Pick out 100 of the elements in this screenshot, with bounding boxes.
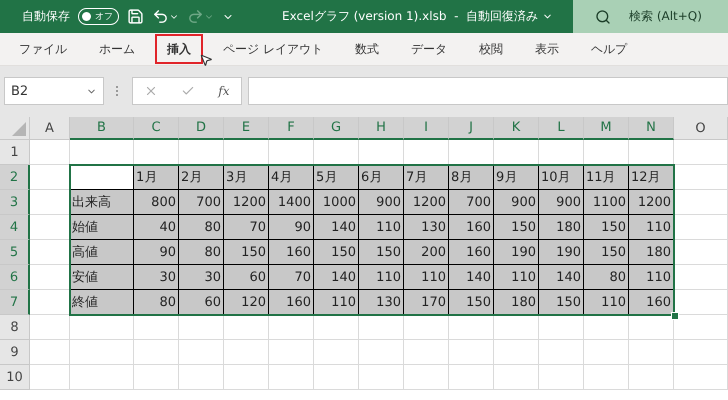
grid-cell[interactable]	[359, 365, 404, 390]
row-header[interactable]: 5	[0, 240, 30, 265]
column-header[interactable]: I	[404, 117, 449, 140]
grid-cell[interactable]	[539, 340, 584, 365]
grid-cell[interactable]	[674, 340, 728, 365]
column-header[interactable]: C	[134, 117, 179, 140]
name-box[interactable]: B2	[4, 77, 104, 105]
save-icon[interactable]	[127, 8, 144, 25]
row-header[interactable]: 3	[0, 190, 30, 215]
column-header[interactable]: N	[629, 117, 674, 140]
ribbon-tab[interactable]: ページ レイアウト	[211, 34, 335, 64]
fill-handle[interactable]	[671, 312, 679, 320]
column-header[interactable]: A	[30, 117, 70, 140]
grid-cell[interactable]	[674, 190, 728, 215]
grid-cell[interactable]	[30, 340, 70, 365]
ribbon-tab[interactable]: 校閲	[466, 34, 515, 64]
table-cell: 4月	[269, 165, 314, 190]
row-header[interactable]: 9	[0, 340, 30, 365]
grid-cell[interactable]	[539, 315, 584, 340]
undo-icon[interactable]	[152, 8, 179, 25]
grid-cell[interactable]	[30, 365, 70, 390]
grid-cell[interactable]	[359, 315, 404, 340]
grid-cell[interactable]	[70, 340, 134, 365]
search-field[interactable]: 検索 (Alt+Q)	[573, 0, 728, 33]
grid-cell[interactable]	[314, 365, 359, 390]
grid-cell[interactable]	[449, 315, 494, 340]
column-header[interactable]: E	[224, 117, 269, 140]
column-header[interactable]: J	[449, 117, 494, 140]
ribbon-tab[interactable]: ファイル	[7, 34, 79, 64]
row-header[interactable]: 4	[0, 215, 30, 240]
table-cell: 110	[404, 265, 449, 290]
ribbon-tab[interactable]: ホーム	[87, 34, 147, 64]
grid-cell[interactable]	[70, 315, 134, 340]
row-header[interactable]: 2	[0, 165, 30, 190]
row-header[interactable]: 6	[0, 265, 30, 290]
grid-cell[interactable]	[584, 315, 629, 340]
grid-cell[interactable]	[269, 365, 314, 390]
grid-cell[interactable]	[314, 340, 359, 365]
row-header[interactable]: 10	[0, 365, 30, 390]
column-header[interactable]: F	[269, 117, 314, 140]
grid-cell[interactable]	[494, 315, 539, 340]
insert-function-button[interactable]: fx	[218, 84, 230, 98]
grid-cell[interactable]	[134, 340, 179, 365]
grid-cell[interactable]	[224, 315, 269, 340]
grid-cell[interactable]	[224, 340, 269, 365]
grid-cell[interactable]	[674, 365, 728, 390]
grid-cell[interactable]	[179, 315, 224, 340]
column-header[interactable]: D	[179, 117, 224, 140]
grid-cell[interactable]	[449, 365, 494, 390]
grid-cell[interactable]	[179, 340, 224, 365]
row-header[interactable]: 1	[0, 140, 30, 165]
grid-cell[interactable]	[494, 340, 539, 365]
ribbon-tab[interactable]: ヘルプ	[578, 34, 639, 64]
grid-cell[interactable]	[134, 365, 179, 390]
column-header[interactable]: L	[539, 117, 584, 140]
grid-cell[interactable]	[179, 365, 224, 390]
column-header[interactable]: O	[674, 117, 728, 140]
ribbon-tab[interactable]: 挿入	[155, 34, 203, 64]
grid-cell[interactable]	[359, 340, 404, 365]
file-title[interactable]: Excelグラフ (version 1).xlsb - 自動回復済み	[282, 8, 554, 25]
column-header[interactable]: G	[314, 117, 359, 140]
grid-cell[interactable]	[224, 365, 269, 390]
column-header[interactable]: B	[70, 117, 134, 140]
grid-cell[interactable]	[584, 365, 629, 390]
active-cell[interactable]	[70, 165, 134, 190]
column-header[interactable]: H	[359, 117, 404, 140]
grid-cell[interactable]	[674, 240, 728, 265]
table-cell: 12月	[629, 165, 674, 190]
row-header[interactable]: 7	[0, 290, 30, 315]
grid-cell[interactable]	[629, 340, 674, 365]
column-header[interactable]: M	[584, 117, 629, 140]
grid-cell[interactable]	[674, 215, 728, 240]
table-cell: 190	[539, 240, 584, 265]
grid-cell[interactable]	[404, 340, 449, 365]
grid-cell[interactable]	[674, 165, 728, 190]
grid-cell[interactable]	[269, 340, 314, 365]
grid-cell[interactable]	[674, 140, 728, 165]
grid-cell[interactable]	[30, 315, 70, 340]
grid-cell[interactable]	[674, 265, 728, 290]
grid-cell[interactable]	[269, 315, 314, 340]
grid-cell[interactable]	[314, 315, 359, 340]
table-cell: 40	[134, 215, 179, 240]
column-header[interactable]: K	[494, 117, 539, 140]
grid-cell[interactable]	[584, 340, 629, 365]
select-all-corner[interactable]	[0, 117, 30, 140]
formula-field[interactable]	[248, 77, 728, 105]
row-header[interactable]: 8	[0, 315, 30, 340]
grid-cell[interactable]	[539, 365, 584, 390]
ribbon-tab[interactable]: 数式	[342, 34, 391, 64]
grid-cell[interactable]	[449, 340, 494, 365]
grid-cell[interactable]	[30, 140, 70, 165]
grid-cell[interactable]	[70, 365, 134, 390]
ribbon-tab[interactable]: 表示	[522, 34, 571, 64]
autosave-toggle[interactable]: オフ	[78, 8, 119, 25]
grid-cell[interactable]	[404, 315, 449, 340]
grid-cell[interactable]	[134, 315, 179, 340]
grid-cell[interactable]	[404, 365, 449, 390]
grid-cell[interactable]	[494, 365, 539, 390]
grid-cell[interactable]	[629, 365, 674, 390]
ribbon-tab[interactable]: データ	[398, 34, 459, 64]
